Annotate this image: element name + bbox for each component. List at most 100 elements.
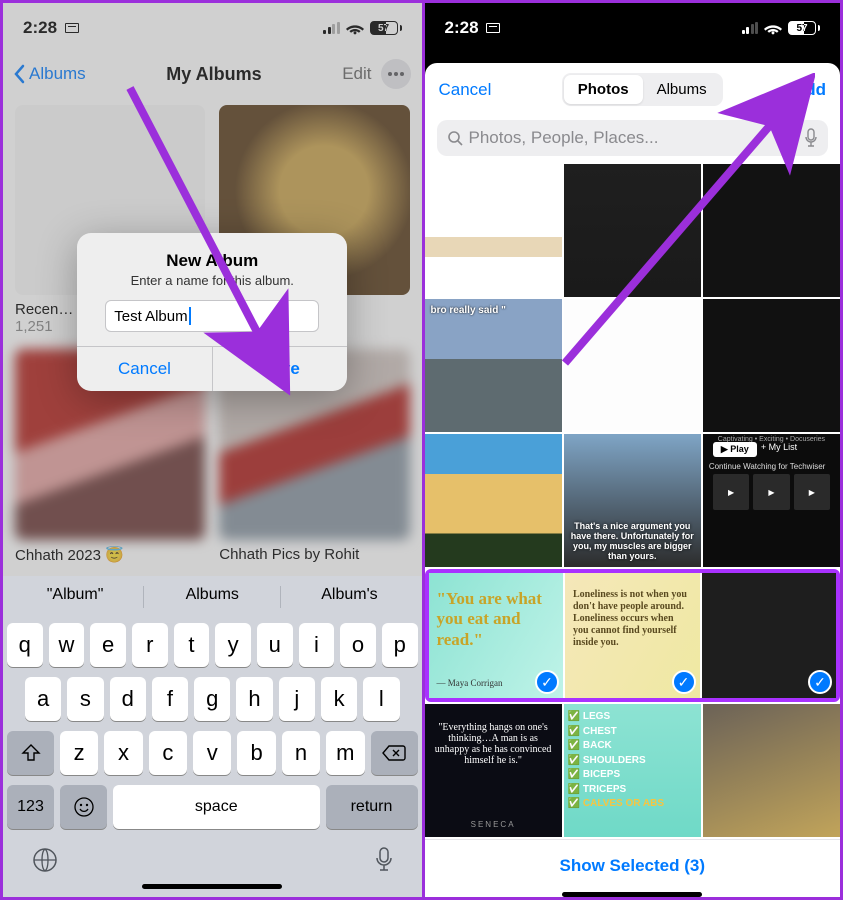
key[interactable]: i bbox=[299, 623, 335, 667]
key[interactable]: k bbox=[321, 677, 357, 721]
space-key[interactable]: space bbox=[113, 785, 320, 829]
alert-title: New Album bbox=[93, 251, 331, 271]
cancel-button[interactable]: Cancel bbox=[77, 347, 212, 391]
battery-icon: 57 bbox=[788, 21, 820, 35]
battery-icon: 57 bbox=[370, 21, 402, 35]
segmented-control[interactable]: Photos Albums bbox=[562, 73, 723, 106]
check-icon: ✓ bbox=[535, 670, 559, 694]
key[interactable]: w bbox=[49, 623, 85, 667]
home-indicator[interactable] bbox=[142, 884, 282, 889]
photo-thumb[interactable] bbox=[564, 299, 701, 432]
cell-signal-icon bbox=[742, 22, 759, 34]
key[interactable]: b bbox=[237, 731, 275, 775]
home-indicator[interactable] bbox=[562, 892, 702, 897]
search-field[interactable]: Photos, People, Places... bbox=[437, 120, 829, 156]
key[interactable]: m bbox=[326, 731, 364, 775]
photo-thumb-selected[interactable]: ✓ bbox=[702, 573, 837, 698]
key[interactable]: s bbox=[67, 677, 103, 721]
status-time-wrap: 2:28 bbox=[445, 18, 501, 38]
key[interactable]: z bbox=[60, 731, 98, 775]
key-row-1: q w e r t y u i o p bbox=[3, 618, 422, 672]
photo-thumb[interactable] bbox=[564, 164, 701, 297]
key[interactable]: d bbox=[110, 677, 146, 721]
nav-right: Edit bbox=[342, 59, 411, 89]
key[interactable]: g bbox=[194, 677, 230, 721]
photo-thumb[interactable] bbox=[425, 434, 562, 567]
save-button[interactable]: Save bbox=[212, 347, 348, 391]
key[interactable]: f bbox=[152, 677, 188, 721]
key-row-4: 123 space return bbox=[3, 780, 422, 834]
key[interactable]: n bbox=[282, 731, 320, 775]
play-icon: ▶ bbox=[794, 474, 830, 510]
cancel-button[interactable]: Cancel bbox=[439, 80, 492, 100]
back-button[interactable]: Albums bbox=[13, 64, 86, 84]
key[interactable]: x bbox=[104, 731, 142, 775]
search-icon bbox=[447, 130, 463, 146]
selected-row-highlight: "You are what you eat and read." — Maya … bbox=[425, 569, 841, 702]
photo-thumb[interactable] bbox=[703, 704, 840, 837]
photo-thumb[interactable]: "Everything hangs on one's thinking…A ma… bbox=[425, 704, 562, 837]
shift-key[interactable] bbox=[7, 731, 54, 775]
key[interactable]: q bbox=[7, 623, 43, 667]
key[interactable]: y bbox=[215, 623, 251, 667]
key[interactable]: h bbox=[236, 677, 272, 721]
key-row-2: a s d f g h j k l bbox=[3, 672, 422, 726]
mic-icon[interactable] bbox=[804, 128, 818, 148]
segment-photos[interactable]: Photos bbox=[564, 75, 643, 104]
key[interactable]: e bbox=[90, 623, 126, 667]
photo-thumb[interactable] bbox=[703, 164, 840, 297]
page-title: My Albums bbox=[166, 64, 261, 85]
sheet-bar: Cancel Photos Albums Add bbox=[425, 63, 841, 116]
photo-thumb-selected[interactable]: Loneliness is not when you don't have pe… bbox=[565, 573, 700, 698]
emoji-key[interactable] bbox=[60, 785, 107, 829]
status-bar: 2:28 57 bbox=[3, 3, 422, 53]
photo-thumb[interactable] bbox=[425, 164, 562, 297]
predict-option[interactable]: Albums bbox=[144, 586, 280, 608]
dictation-icon[interactable] bbox=[374, 846, 394, 874]
wifi-icon bbox=[764, 22, 782, 35]
numeric-key[interactable]: 123 bbox=[7, 785, 54, 829]
key[interactable]: j bbox=[279, 677, 315, 721]
album-name-input[interactable]: Test Album bbox=[105, 300, 319, 332]
key[interactable]: p bbox=[382, 623, 418, 667]
add-button[interactable]: Add bbox=[793, 80, 826, 100]
key[interactable]: l bbox=[363, 677, 399, 721]
return-key[interactable]: return bbox=[326, 785, 418, 829]
show-selected-button[interactable]: Show Selected (3) bbox=[425, 839, 841, 886]
search-placeholder: Photos, People, Places... bbox=[469, 128, 659, 148]
status-time: 2:28 bbox=[445, 18, 479, 37]
status-time-wrap: 2:28 bbox=[23, 18, 79, 38]
photo-thumb[interactable]: Captivating • Exciting • Docuseries ▶ Pl… bbox=[703, 434, 840, 567]
status-icons: 57 bbox=[323, 21, 402, 35]
photo-thumb[interactable] bbox=[703, 299, 840, 432]
photo-thumb[interactable]: That's a nice argument you have there. U… bbox=[564, 434, 701, 567]
checklist: LEGS CHEST BACK SHOULDERS BICEPS TRICEPS… bbox=[568, 710, 664, 812]
key[interactable]: t bbox=[174, 623, 210, 667]
left-phone: 2:28 57 Albums My Albums Edit bbox=[3, 3, 422, 897]
predict-option[interactable]: Album's bbox=[281, 586, 417, 608]
segment-albums[interactable]: Albums bbox=[643, 75, 721, 104]
key[interactable]: r bbox=[132, 623, 168, 667]
wifi-icon bbox=[346, 22, 364, 35]
photo-thumb[interactable]: LEGS CHEST BACK SHOULDERS BICEPS TRICEPS… bbox=[564, 704, 701, 837]
key[interactable]: c bbox=[149, 731, 187, 775]
key[interactable]: a bbox=[25, 677, 61, 721]
status-time: 2:28 bbox=[23, 18, 57, 37]
edit-button[interactable]: Edit bbox=[342, 64, 371, 84]
globe-icon[interactable] bbox=[31, 846, 59, 874]
alert-subtitle: Enter a name for this album. bbox=[93, 273, 331, 288]
album-label: Chhath Pics by Rohit bbox=[219, 546, 409, 563]
new-album-alert: New Album Enter a name for this album. T… bbox=[77, 233, 347, 391]
photo-thumb[interactable]: bro really said " bbox=[425, 299, 562, 432]
album-label: Chhath 2023 😇 bbox=[15, 546, 205, 564]
key[interactable]: u bbox=[257, 623, 293, 667]
backspace-key[interactable] bbox=[371, 731, 418, 775]
ios-keyboard[interactable]: "Album" Albums Album's q w e r t y u i o… bbox=[3, 576, 422, 897]
check-icon: ✓ bbox=[672, 670, 696, 694]
key[interactable]: o bbox=[340, 623, 376, 667]
more-button[interactable] bbox=[381, 59, 411, 89]
photo-thumb-selected[interactable]: "You are what you eat and read." — Maya … bbox=[429, 573, 564, 698]
status-icons: 57 bbox=[742, 21, 821, 35]
key[interactable]: v bbox=[193, 731, 231, 775]
predict-option[interactable]: "Album" bbox=[7, 586, 143, 608]
